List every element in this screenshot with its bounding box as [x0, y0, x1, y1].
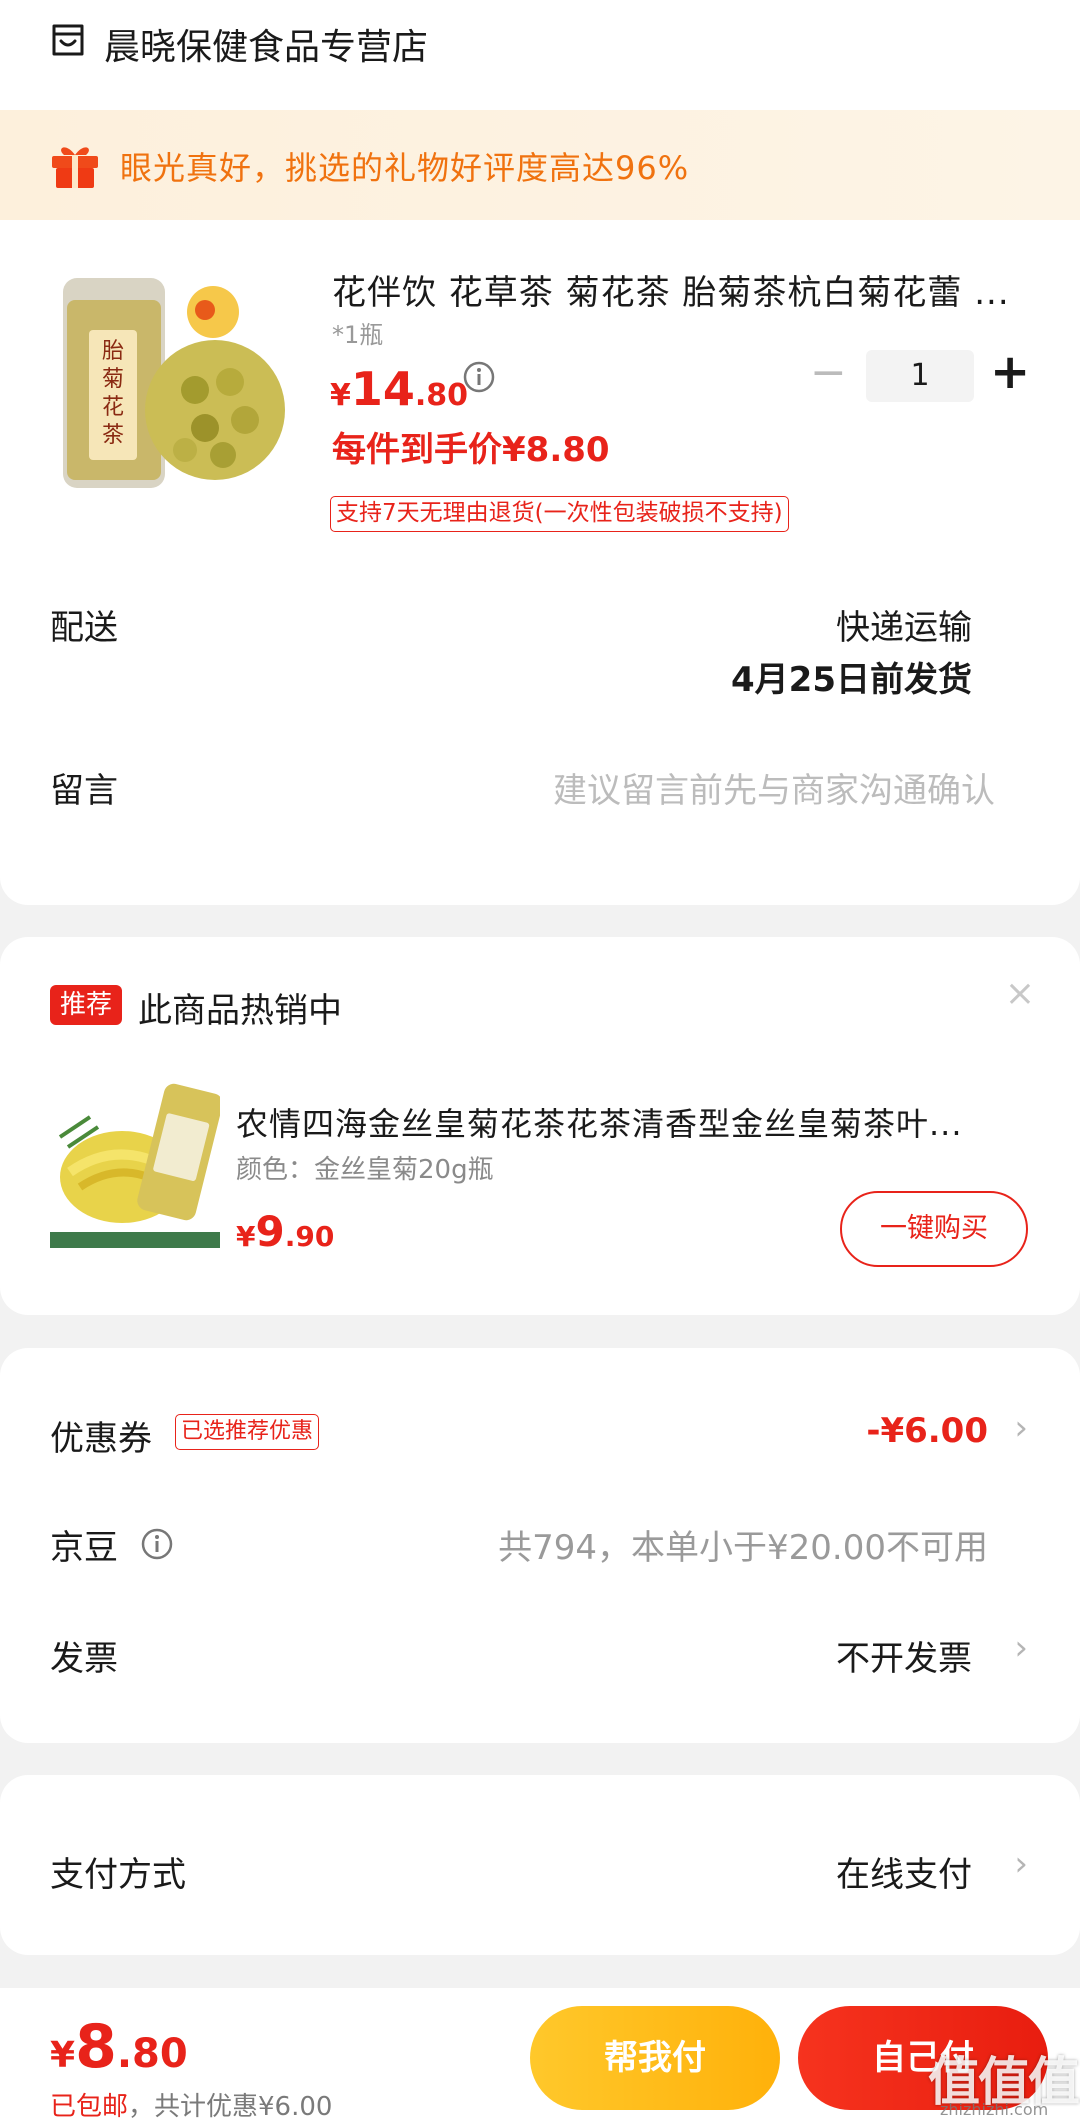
quantity-input[interactable]: 1: [866, 350, 974, 402]
final-unit-price: 每件到手价¥8.80: [332, 430, 610, 470]
jingdou-info-icon[interactable]: [140, 1527, 174, 1561]
note-input[interactable]: 建议留言前先与商家沟通确认: [553, 763, 995, 812]
discounts-card: 优惠券 已选推荐优惠 -¥6.00 › 京豆 共794，本单小于¥20.00不可…: [0, 1348, 1080, 1743]
delivery-date: 4月25日前发货: [731, 660, 972, 700]
jingdou-status: 共794，本单小于¥20.00不可用: [498, 1528, 988, 1568]
recommend-card: 推荐 此商品热销中 × 农情四海金丝皇菊花茶花茶清香型金丝皇菊茶叶... 颜色：…: [0, 937, 1080, 1315]
checkout-bar: ¥8.80 已包邮，共计优惠¥6.00 帮我付 自己付: [0, 1988, 1080, 2128]
order-item-card: 晨晓保健食品专营店 眼光真好，挑选的礼物好评度高达96% 胎 菊 花 茶 花伴饮…: [0, 0, 1080, 905]
delivery-method[interactable]: 快递运输: [836, 600, 972, 649]
currency-symbol: ¥: [330, 378, 351, 413]
close-icon[interactable]: ×: [1005, 973, 1035, 1014]
one-click-buy-button[interactable]: 一键购买: [840, 1191, 1028, 1267]
product-spec: *1瓶: [332, 321, 384, 349]
coupon-value[interactable]: -¥6.00: [866, 1411, 988, 1451]
quantity-increase-button[interactable]: +: [990, 342, 1030, 402]
recommend-title: 此商品热销中: [138, 991, 342, 1031]
return-policy-tag: 支持7天无理由退货(一次性包装破损不支持): [330, 496, 789, 532]
free-shipping-label: 已包邮: [50, 2092, 129, 2122]
total-price: ¥8.80: [50, 2012, 188, 2082]
payment-method-value[interactable]: 在线支付: [836, 1847, 972, 1896]
product-price: ¥14.80: [330, 362, 468, 416]
note-label: 留言: [50, 771, 118, 811]
price-integer: 8: [75, 2012, 117, 2082]
product-image[interactable]: 胎 菊 花 茶: [55, 270, 290, 495]
watermark-site: zhizhizhi.com: [940, 2100, 1049, 2119]
recommend-product-price: ¥9.90: [236, 1207, 334, 1256]
price-decimal: .90: [284, 1220, 335, 1253]
quantity-decrease-button[interactable]: −: [810, 345, 847, 405]
discount-summary: ，共计优惠¥6.00: [128, 2092, 333, 2122]
price-info-icon[interactable]: [462, 360, 496, 394]
store-icon: [52, 24, 84, 56]
payment-card: 支付方式 在线支付 ›: [0, 1775, 1080, 1955]
currency-symbol: ¥: [50, 2035, 76, 2076]
recommend-product-color: 颜色：金丝皇菊20g瓶: [236, 1155, 494, 1185]
price-decimal: .80: [414, 378, 469, 413]
price-integer: 14: [350, 362, 415, 416]
pay-for-me-button[interactable]: 帮我付: [530, 2006, 780, 2110]
shop-header[interactable]: 晨晓保健食品专营店: [0, 0, 1080, 80]
chevron-right-icon[interactable]: ›: [1014, 1628, 1028, 1668]
jingdou-label: 京豆: [50, 1528, 118, 1568]
invoice-label: 发票: [50, 1639, 118, 1679]
chevron-right-icon[interactable]: ›: [1014, 1844, 1028, 1884]
delivery-label: 配送: [50, 608, 118, 648]
chevron-right-icon[interactable]: ›: [1014, 1408, 1028, 1448]
invoice-value[interactable]: 不开发票: [836, 1631, 972, 1680]
coupon-label: 优惠券: [50, 1419, 152, 1459]
recommend-product-name[interactable]: 农情四海金丝皇菊花茶花茶清香型金丝皇菊茶叶...: [236, 1099, 1036, 1145]
gift-icon: [52, 147, 98, 188]
payment-label: 支付方式: [50, 1855, 186, 1895]
price-decimal: .80: [116, 2031, 188, 2077]
product-title[interactable]: 花伴饮 花草茶 菊花茶 胎菊茶杭白菊花蕾 ...: [332, 265, 1032, 314]
currency-symbol: ¥: [236, 1220, 256, 1253]
gift-banner: 眼光真好，挑选的礼物好评度高达96%: [0, 110, 1080, 220]
recommend-badge: 推荐: [50, 985, 122, 1025]
svg-text:茶: 茶: [102, 423, 124, 448]
svg-text:胎: 胎: [102, 339, 124, 364]
svg-text:菊: 菊: [102, 367, 124, 392]
svg-text:花: 花: [102, 395, 124, 420]
coupon-tag: 已选推荐优惠: [175, 1414, 320, 1450]
price-integer: 9: [255, 1207, 285, 1256]
total-discount-note: 已包邮，共计优惠¥6.00: [50, 2086, 332, 2123]
gift-banner-text: 眼光真好，挑选的礼物好评度高达96%: [120, 149, 690, 187]
recommend-product-image[interactable]: [50, 1077, 220, 1252]
shop-name[interactable]: 晨晓保健食品专营店: [104, 18, 428, 70]
